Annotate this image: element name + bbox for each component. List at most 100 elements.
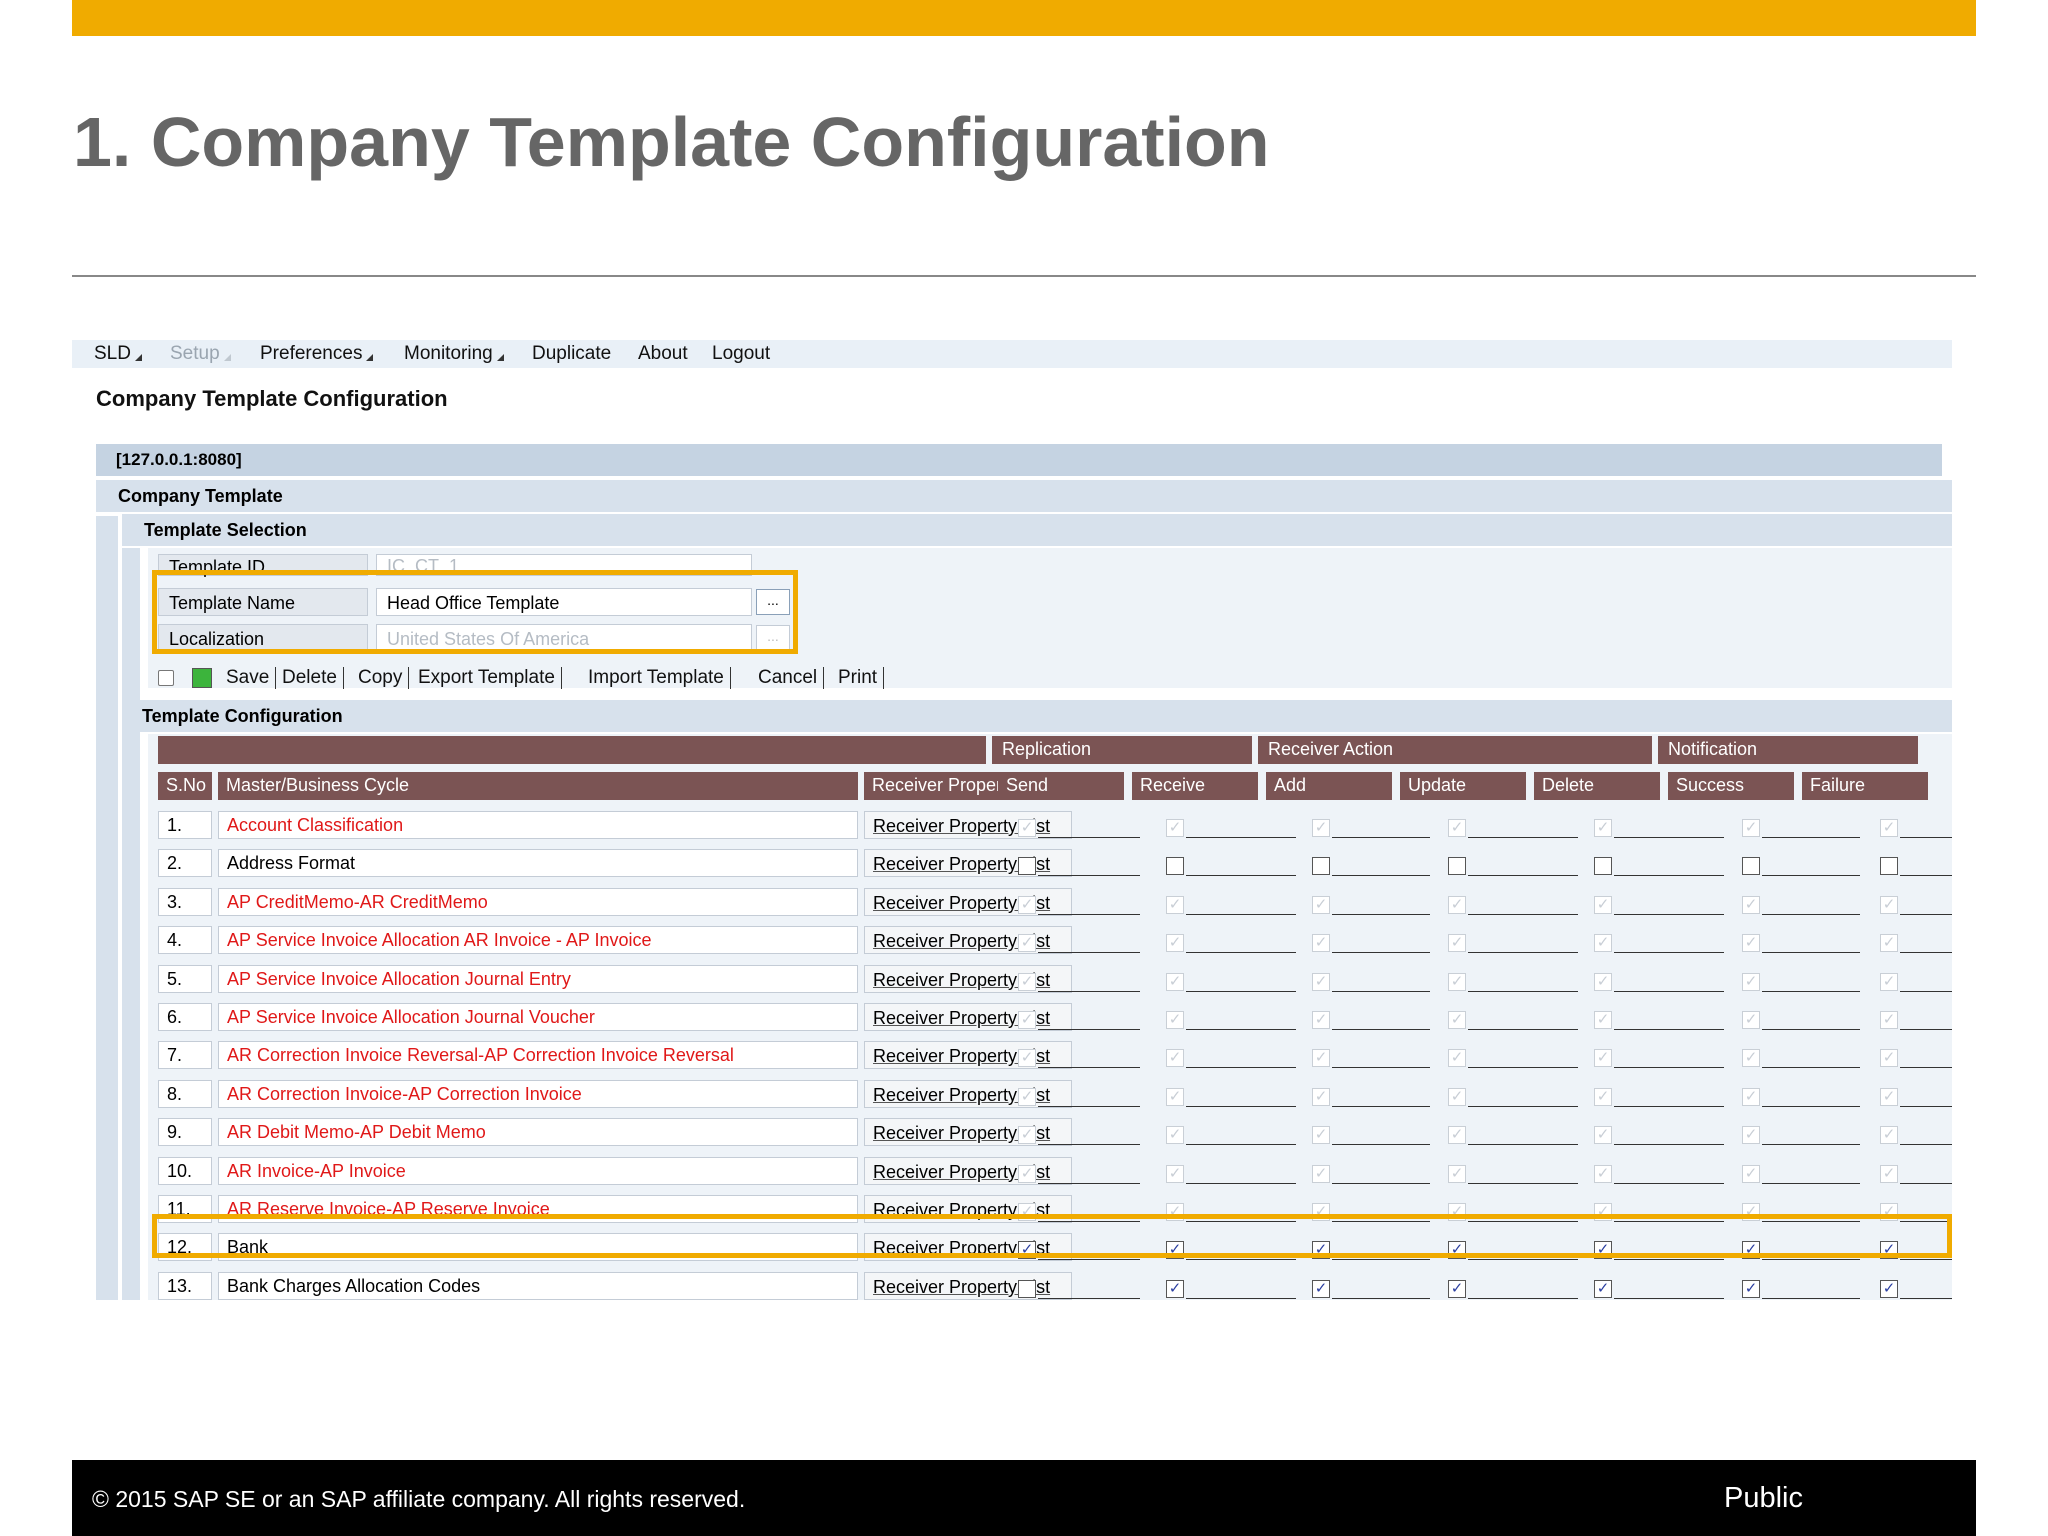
- checkbox-delete[interactable]: ✓: [1594, 1279, 1612, 1298]
- highlight-bank-row: [152, 1214, 1952, 1258]
- column-header-send: Send: [998, 772, 1124, 800]
- checkbox-add: ✓: [1312, 895, 1330, 914]
- checkbox-update: ✓: [1448, 972, 1466, 991]
- print-button[interactable]: Print: [838, 667, 885, 689]
- receiver-property-list-link[interactable]: Receiver Property List: [864, 964, 1072, 993]
- cell-underline: [1332, 1105, 1430, 1107]
- checkbox-send[interactable]: [1018, 1279, 1036, 1298]
- table-row: 8. AR Correction Invoice-AP Correction In…: [72, 1075, 1952, 1113]
- menu-monitoring[interactable]: Monitoring: [404, 343, 504, 365]
- checkbox-failure: ✓: [1880, 1087, 1898, 1106]
- cell-underline: [1900, 875, 1952, 877]
- checkbox-delete: ✓: [1594, 1126, 1612, 1145]
- checkbox-failure[interactable]: [1880, 857, 1898, 876]
- cell-underline: [1038, 952, 1140, 954]
- export-template-button[interactable]: Export Template: [418, 667, 562, 689]
- checkbox-success: ✓: [1742, 895, 1760, 914]
- cell-underline: [1186, 990, 1296, 992]
- save-button[interactable]: Save: [226, 667, 277, 689]
- cell-underline: [1762, 952, 1860, 954]
- checkbox-failure[interactable]: ✓: [1880, 1279, 1898, 1298]
- import-template-button[interactable]: Import Template: [588, 667, 731, 689]
- group-header-notification: Notification: [1658, 736, 1918, 764]
- company-template-section[interactable]: Company Template: [96, 480, 1952, 512]
- column-header-cycle: Master/Business Cycle: [218, 772, 858, 800]
- receiver-property-list-link[interactable]: Receiver Property List: [864, 849, 1072, 878]
- checkbox-update[interactable]: ✓: [1448, 1279, 1466, 1298]
- cell-underline: [1900, 1029, 1952, 1030]
- checkbox-add[interactable]: ✓: [1312, 1279, 1330, 1298]
- checkbox-receive[interactable]: [1166, 857, 1184, 876]
- row-cycle-name: AP Service Invoice Allocation AR Invoice…: [218, 926, 858, 955]
- group-header-receiver-action: Receiver Action: [1258, 736, 1652, 764]
- checkbox-update: ✓: [1448, 1087, 1466, 1106]
- receiver-property-list-link[interactable]: Receiver Property List: [864, 1118, 1072, 1147]
- cell-underline: [1186, 1297, 1296, 1299]
- cell-underline: [1900, 1297, 1952, 1299]
- cell-underline: [1468, 1182, 1578, 1184]
- checkbox-receive: ✓: [1166, 819, 1184, 837]
- section-title: Template Selection: [144, 520, 307, 540]
- cell-underline: [1468, 1297, 1578, 1299]
- checkbox-add: ✓: [1312, 819, 1330, 837]
- menu-preferences[interactable]: Preferences: [260, 343, 374, 365]
- cell-underline: [1038, 1182, 1140, 1184]
- checkbox-update[interactable]: [1448, 857, 1466, 876]
- template-configuration-section[interactable]: Template Configuration: [122, 700, 1952, 732]
- status-green-icon[interactable]: [192, 668, 212, 688]
- checkbox-send: ✓: [1018, 934, 1036, 953]
- checkbox-success: ✓: [1742, 1164, 1760, 1183]
- column-header-success: Success: [1668, 772, 1794, 800]
- checkbox-update: ✓: [1448, 1049, 1466, 1068]
- cell-underline: [1468, 1105, 1578, 1107]
- receiver-property-list-link[interactable]: Receiver Property List: [864, 887, 1072, 916]
- table-row: 10. AR Invoice-AP Invoice Receiver Propert…: [72, 1152, 1952, 1190]
- cell-underline: [1468, 1259, 1578, 1261]
- template-selection-section[interactable]: Template Selection: [122, 514, 1952, 546]
- cell-underline: [1332, 1029, 1430, 1030]
- delete-button[interactable]: Delete: [282, 667, 344, 689]
- checkbox-success: ✓: [1742, 1049, 1760, 1068]
- checkbox-receive: ✓: [1166, 1011, 1184, 1029]
- checkbox-success[interactable]: [1742, 857, 1760, 876]
- checkbox-send[interactable]: [1018, 857, 1036, 876]
- receiver-property-list-link[interactable]: Receiver Property List: [864, 1156, 1072, 1185]
- receiver-property-list-link[interactable]: Receiver Property List: [864, 926, 1072, 955]
- checkbox-receive[interactable]: ✓: [1166, 1279, 1184, 1298]
- row-cycle-name: Account Classification: [218, 811, 858, 839]
- checkbox-failure: ✓: [1880, 1126, 1898, 1145]
- receiver-property-list-link[interactable]: Receiver Property List: [864, 811, 1072, 839]
- row-sno: 1.: [158, 811, 212, 839]
- cell-underline: [1186, 1259, 1296, 1261]
- menu-logout[interactable]: Logout: [712, 343, 770, 365]
- receiver-property-list-link[interactable]: Receiver Property List: [864, 1041, 1072, 1070]
- cell-underline: [1038, 1297, 1140, 1299]
- checkbox-delete[interactable]: [1594, 857, 1612, 876]
- menu-about[interactable]: About: [638, 343, 688, 365]
- copy-button[interactable]: Copy: [358, 667, 410, 689]
- checkbox-icon[interactable]: [158, 670, 174, 686]
- cancel-button[interactable]: Cancel: [758, 667, 825, 689]
- copyright-text: © 2015 SAP SE or an SAP affiliate compan…: [92, 1486, 746, 1512]
- receiver-property-list-link[interactable]: Receiver Property List: [864, 1003, 1072, 1031]
- checkbox-add: ✓: [1312, 1164, 1330, 1183]
- menu-sld[interactable]: SLD: [94, 343, 142, 365]
- cell-underline: [1762, 1144, 1860, 1146]
- checkbox-success[interactable]: ✓: [1742, 1279, 1760, 1298]
- table-row: 7. AR Correction Invoice Reversal-AP Corr…: [72, 1036, 1952, 1074]
- checkbox-delete: ✓: [1594, 1049, 1612, 1068]
- receiver-property-list-link[interactable]: Receiver Property List: [864, 1079, 1072, 1108]
- checkbox-delete: ✓: [1594, 1164, 1612, 1183]
- cell-underline: [1038, 1105, 1140, 1107]
- cell-underline: [1762, 1297, 1860, 1299]
- cell-underline: [1614, 837, 1724, 838]
- receiver-property-list-link[interactable]: Receiver Property List: [864, 1271, 1072, 1300]
- table-row: 5. AP Service Invoice Allocation Journal …: [72, 960, 1952, 998]
- row-cycle-name: Address Format: [218, 849, 858, 878]
- checkbox-update: ✓: [1448, 1126, 1466, 1145]
- checkbox-add[interactable]: [1312, 857, 1330, 876]
- checkbox-delete: ✓: [1594, 1011, 1612, 1029]
- menu-setup[interactable]: Setup: [170, 343, 231, 365]
- menu-duplicate[interactable]: Duplicate: [532, 343, 611, 365]
- cell-underline: [1332, 1144, 1430, 1146]
